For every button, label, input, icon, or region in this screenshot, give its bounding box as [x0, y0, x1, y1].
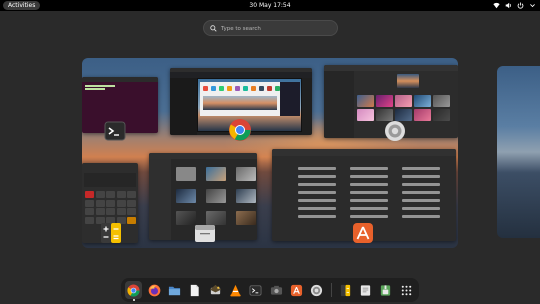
- document-icon: [191, 284, 199, 296]
- dock-chrome[interactable]: [125, 281, 143, 301]
- system-menu[interactable]: [493, 2, 536, 9]
- dock-firefox[interactable]: [145, 281, 162, 299]
- power-icon: [517, 2, 524, 9]
- dock-calculator[interactable]: [337, 281, 354, 299]
- text-editor-icon: [360, 284, 371, 296]
- volume-icon: [505, 2, 511, 9]
- chrome-icon: [127, 283, 140, 297]
- gear-icon: [311, 284, 323, 296]
- dock-settings[interactable]: [308, 281, 325, 299]
- terminal-icon: [249, 285, 262, 295]
- chevron-down-icon: [530, 4, 535, 8]
- top-bar: Activities 30 May 17:54: [0, 0, 540, 11]
- calculator-icon: [340, 284, 350, 296]
- dock-terminal[interactable]: [247, 281, 264, 299]
- firefox-icon: [148, 284, 160, 296]
- camera-icon: [270, 285, 282, 295]
- workspace-thumbnail-active[interactable]: [82, 58, 458, 248]
- chrome-app-icon: [229, 119, 251, 141]
- dock-vlc[interactable]: [227, 281, 244, 299]
- dock-text-editor[interactable]: [357, 281, 374, 299]
- dock-screenshot[interactable]: [268, 281, 285, 299]
- app-grid-icon: [401, 285, 412, 295]
- search-input[interactable]: [221, 23, 331, 34]
- vlc-icon: [230, 284, 241, 296]
- dock-files[interactable]: [166, 281, 183, 299]
- software-app-icon: [353, 223, 373, 243]
- overview-root: Activities 30 May 17:54: [0, 0, 540, 304]
- thunderbird-icon: [209, 284, 221, 294]
- dock-app-grid[interactable]: [398, 281, 415, 299]
- workspace-thumbnail-next[interactable]: [497, 66, 540, 238]
- software-icon: [290, 284, 303, 296]
- archive-icon: [381, 284, 391, 296]
- dock-archive[interactable]: [377, 281, 394, 299]
- calculator-app-icon: [101, 223, 121, 243]
- files-app-icon: [195, 225, 215, 242]
- folder-icon: [168, 286, 180, 295]
- clock[interactable]: 30 May 17:54: [0, 0, 540, 11]
- dock-software[interactable]: [288, 281, 305, 299]
- dock-separator: [330, 283, 332, 297]
- settings-app-icon: [385, 121, 405, 141]
- terminal-app-icon: [104, 121, 126, 141]
- dock-document[interactable]: [186, 281, 203, 299]
- network-icon: [493, 2, 500, 9]
- dash: [121, 278, 419, 302]
- search-icon: [210, 25, 217, 32]
- dock-thunderbird[interactable]: [206, 281, 223, 299]
- search-bar[interactable]: [203, 20, 338, 36]
